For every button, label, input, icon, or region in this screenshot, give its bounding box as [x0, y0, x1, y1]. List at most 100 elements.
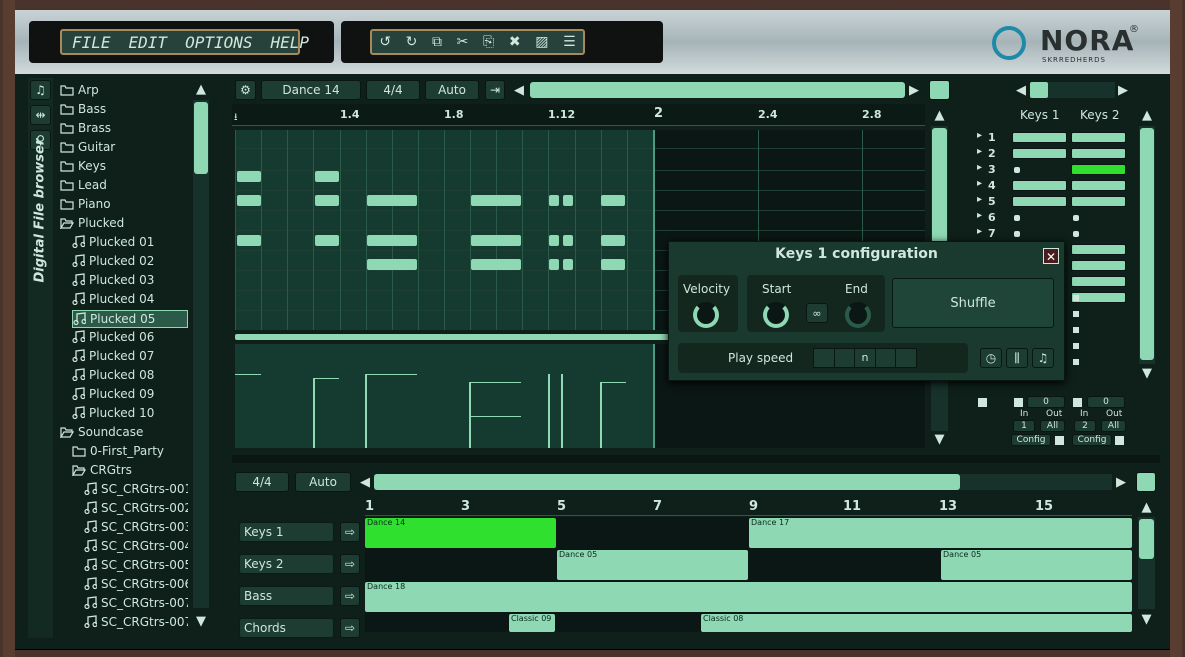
cut-icon[interactable]: ✂ [457, 34, 469, 50]
browser-file-item[interactable]: SC_CRGtrs-002 [84, 500, 188, 518]
k1-out-channel[interactable]: All [1040, 420, 1065, 432]
clip[interactable]: Dance 14 [365, 518, 556, 548]
keys-vscroll[interactable] [1139, 126, 1155, 364]
key-row-expand-icon[interactable]: ▸ [977, 146, 982, 157]
keys-scroll-left-icon[interactable]: ◀ [1014, 82, 1028, 98]
key-row-label[interactable]: 3 [988, 163, 996, 176]
track-label[interactable]: Chords [239, 618, 334, 638]
track-label[interactable]: Keys 1 [239, 522, 334, 542]
song-lanes[interactable]: Dance 14 Dance 17 Dance 05 Dance 05 Danc… [365, 517, 1132, 632]
key-row-label[interactable]: 2 [988, 147, 996, 160]
key-row-expand-icon[interactable]: ▸ [977, 162, 982, 173]
keys2-slot[interactable] [1071, 132, 1126, 143]
clip[interactable]: Classic 08 [701, 614, 1132, 632]
keys-scroll-down-icon[interactable]: ▼ [1139, 366, 1155, 381]
key-row-expand-icon[interactable]: ▸ [977, 226, 982, 237]
song-mode[interactable]: Auto [295, 472, 351, 492]
song-vscroll[interactable] [1138, 517, 1155, 609]
k2-io-checkbox[interactable] [1073, 398, 1082, 407]
key-row-label[interactable]: 7 [988, 227, 996, 240]
song-expand-icon[interactable] [1136, 472, 1156, 492]
song-signature[interactable]: 4/4 [235, 472, 289, 492]
grid-scroll-up-icon[interactable]: ▲ [931, 108, 948, 123]
start-knob[interactable] [763, 302, 789, 328]
k2-in-value[interactable]: 0 [1087, 396, 1125, 408]
play-speed-selector[interactable]: n [813, 348, 917, 368]
browser-file-item[interactable]: Plucked 01 [72, 234, 188, 252]
browser-folder-item[interactable]: Brass [60, 120, 188, 138]
clip[interactable]: Dance 05 [941, 550, 1132, 580]
grid-vscroll-thumb[interactable] [932, 128, 947, 243]
keys-scroll-right-icon[interactable]: ▶ [1116, 82, 1130, 98]
link-icon[interactable]: ∞ [806, 303, 828, 323]
k1-io-checkbox[interactable] [1014, 398, 1023, 407]
pattern-scroll-right-icon[interactable]: ▶ [907, 81, 921, 99]
key-row-label[interactable]: 6 [988, 211, 996, 224]
key-row-label[interactable]: 1 [988, 131, 996, 144]
browser-file-item[interactable]: Plucked 09 [72, 386, 188, 404]
shuffle-button[interactable]: Shuffle [892, 278, 1054, 328]
paste-icon[interactable]: ⎘ [483, 34, 494, 50]
k1-in-channel[interactable]: 1 [1013, 420, 1035, 432]
menu-file[interactable]: FILE [72, 33, 111, 52]
keys2-slot[interactable] [1073, 215, 1079, 221]
keys1-slot[interactable] [1012, 148, 1067, 159]
song-scroll-up-icon[interactable]: ▲ [1138, 500, 1155, 515]
browser-folder-item[interactable]: Bass [60, 101, 188, 119]
browser-scroll-up-icon[interactable]: ▲ [193, 82, 209, 97]
browser-file-item[interactable]: Plucked 05 [72, 310, 188, 328]
keys2-slot[interactable] [1071, 292, 1126, 303]
key-row-expand-icon[interactable]: ▸ [977, 210, 982, 221]
browser-folder-item[interactable]: Arp [60, 82, 188, 100]
levels-icon[interactable]: ⫼ [1006, 348, 1028, 368]
keys1-slot[interactable] [1012, 132, 1067, 143]
browser-folder-item[interactable]: 0-First_Party [72, 443, 188, 461]
key-row-expand-icon[interactable]: ▸ [977, 130, 982, 141]
clip[interactable]: Dance 05 [557, 550, 748, 580]
clock-icon[interactable]: ◷ [980, 348, 1002, 368]
keys2-slot[interactable] [1071, 164, 1126, 175]
copy-icon[interactable]: ⧉ [432, 34, 442, 50]
track-label[interactable]: Keys 2 [239, 554, 334, 574]
pattern-mode[interactable]: Auto [425, 80, 479, 100]
browser-folder-item[interactable]: Soundcase [60, 424, 188, 442]
grid-scroll-down-icon[interactable]: ▼ [931, 432, 948, 447]
pattern-scroll-left-icon[interactable]: ◀ [512, 81, 526, 99]
note-icon[interactable]: ♫ [1032, 348, 1054, 368]
song-divider[interactable] [232, 455, 1160, 463]
dialog-close-icon[interactable]: ✕ [1043, 248, 1059, 264]
browser-file-item[interactable]: SC_CRGtrs-004 [84, 538, 188, 556]
keys1-slot[interactable] [1012, 180, 1067, 191]
browser-folder-item[interactable]: Piano [60, 196, 188, 214]
browser-file-item[interactable]: SC_CRGtrs-007 [84, 595, 188, 613]
track-arrow-icon[interactable]: ⇨ [340, 554, 360, 574]
end-knob[interactable] [845, 302, 871, 328]
key-row-expand-icon[interactable]: ▸ [977, 178, 982, 189]
collapse-icon[interactable]: ⇹ [30, 105, 51, 125]
keys1-slot[interactable] [1014, 167, 1020, 173]
keys2-slot[interactable] [1071, 244, 1126, 255]
track-arrow-icon[interactable]: ⇨ [340, 522, 360, 542]
clip[interactable]: Dance 17 [749, 518, 1132, 548]
song-hscroll[interactable] [374, 474, 1112, 490]
keys2-slot[interactable] [1071, 260, 1126, 271]
keys1-slot[interactable] [1014, 215, 1020, 221]
keys-scroll-up-icon[interactable]: ▲ [1139, 108, 1155, 123]
browser-folder-item[interactable]: Keys [60, 158, 188, 176]
browser-scroll-thumb[interactable] [194, 102, 208, 174]
keys2-slot[interactable] [1071, 148, 1126, 159]
browser-file-item[interactable]: Plucked 06 [72, 329, 188, 347]
key-row-label[interactable]: 5 [988, 195, 996, 208]
browser-file-item[interactable]: SC_CRGtrs-006 [84, 576, 188, 594]
browser-folder-item[interactable]: Lead [60, 177, 188, 195]
list-icon[interactable]: ☰ [563, 34, 576, 50]
song-scroll-right-icon[interactable]: ▶ [1114, 473, 1128, 491]
browser-file-item[interactable]: Plucked 07 [72, 348, 188, 366]
browser-tab-icon[interactable]: ♫ [30, 80, 51, 100]
track-arrow-icon[interactable]: ⇨ [340, 586, 360, 606]
browser-folder-item[interactable]: Guitar [60, 139, 188, 157]
k1-config-button[interactable]: Config [1011, 434, 1051, 446]
browser-file-item[interactable]: Plucked 03 [72, 272, 188, 290]
playhead-marker-icon[interactable]: ⭳ [234, 110, 238, 127]
keys2-slot[interactable] [1073, 231, 1079, 237]
